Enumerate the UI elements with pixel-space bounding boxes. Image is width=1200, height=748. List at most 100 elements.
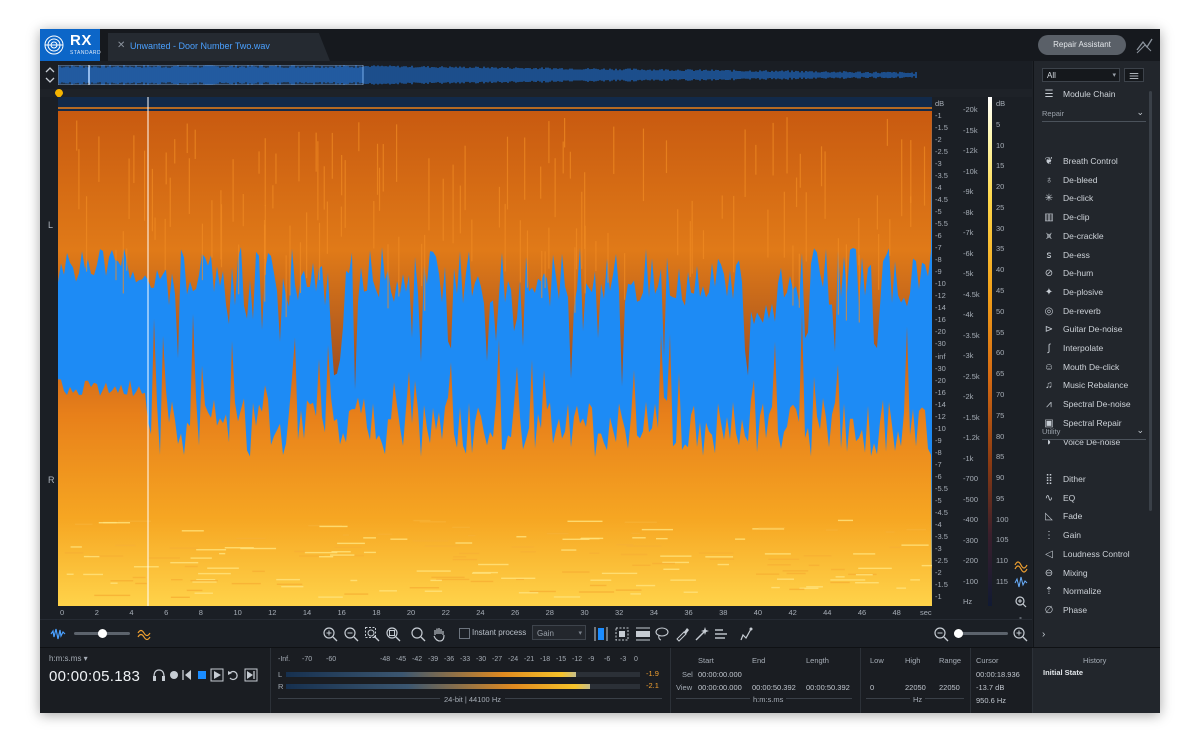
meter-scale-tick: -18 — [540, 656, 551, 663]
high-header: High — [905, 656, 921, 665]
time-axis-tick: 8 — [198, 608, 203, 617]
waveform-overview[interactable] — [40, 61, 1032, 89]
monitor-icon[interactable] — [153, 669, 165, 681]
db-scale-tick: -7 — [935, 459, 942, 469]
horizontal-zoom-in-icon[interactable] — [1012, 626, 1028, 642]
time-format-label: h:m:s.ms — [49, 654, 82, 663]
frequency-unit: Hz — [910, 695, 926, 704]
record-icon[interactable] — [170, 671, 178, 679]
db-scale-tick: -16 — [935, 387, 946, 397]
blend-slider-knob[interactable] — [98, 629, 107, 638]
time-axis-tick: 28 — [545, 608, 554, 617]
right-peak-value: -2.1 — [646, 681, 659, 690]
view-end[interactable]: 00:00:50.392 — [752, 683, 796, 692]
close-tab-icon[interactable]: ✕ — [117, 40, 125, 51]
instant-process-checkbox[interactable] — [459, 628, 470, 639]
time-axis-tick: 10 — [233, 608, 242, 617]
play-icon[interactable] — [210, 668, 224, 682]
db-scale-tick: -3.5 — [935, 171, 948, 181]
frequency-scale-tick: -500 — [963, 494, 979, 504]
history-title: History — [1083, 656, 1107, 665]
time-selection-tool-icon[interactable] — [593, 626, 609, 642]
colormap-scale-tick: 65 — [996, 369, 1005, 379]
freq-high[interactable]: 22050 — [905, 683, 926, 692]
spectrogram-display[interactable] — [58, 97, 932, 606]
zoom-in-icon[interactable] — [322, 626, 338, 642]
expand-panel-icon[interactable]: › — [1042, 629, 1045, 640]
module-panel-scrollbar[interactable] — [1149, 91, 1152, 511]
module-item-dither[interactable]: ⣿ Dither — [1042, 471, 1146, 489]
waveform-settings-icon[interactable] — [1014, 576, 1028, 588]
module-label: Fade — [1063, 511, 1083, 522]
module-item-normalize[interactable]: ⇡ Normalize — [1042, 583, 1146, 601]
spectrogram-view-icon[interactable] — [137, 626, 153, 642]
spectrogram-panel[interactable]: L R dB -1 -1.5 -2 -2.5 -3 -3.5 -4 -4.5 -… — [40, 97, 1032, 677]
lasso-tool-icon[interactable] — [654, 626, 670, 642]
play-to-end-icon[interactable] — [244, 668, 258, 682]
spectrogram-settings-icon[interactable] — [1014, 561, 1028, 573]
colormap-scale-tick: 40 — [996, 265, 1005, 275]
cursor-level: -13.7 dB — [976, 683, 1005, 692]
frequency-scale-tick: Hz — [963, 597, 973, 606]
module-item-fade[interactable]: ◺ Fade — [1042, 508, 1146, 526]
module-item-mixing[interactable]: ⊖ Mixing — [1042, 565, 1146, 583]
db-scale-tick: -2.5 — [935, 147, 948, 157]
view-length[interactable]: 00:00:50.392 — [806, 683, 850, 692]
zoom-selection-icon[interactable] — [364, 626, 380, 642]
file-tab[interactable]: ✕ Unwanted - Door Number Two.wav — [108, 33, 330, 61]
sel-start[interactable]: 00:00:00.000 — [698, 670, 742, 679]
rx-logo[interactable]: RX STANDARD — [40, 29, 101, 61]
horizontal-zoom-out-icon[interactable] — [933, 626, 949, 642]
module-item-phase[interactable]: ∅ Phase — [1042, 602, 1146, 620]
db-scale-tick: -5 — [935, 207, 942, 217]
freq-range[interactable]: 22050 — [939, 683, 960, 692]
freq-low[interactable]: 0 — [870, 683, 874, 692]
instant-process-mode-select[interactable]: Gain ▾ — [532, 625, 586, 640]
db-scale-tick: -3 — [935, 159, 942, 169]
hand-tool-icon[interactable] — [431, 626, 447, 642]
db-scale-tick: -1.5 — [935, 123, 948, 133]
colormap-scale-tick: 90 — [996, 473, 1005, 483]
module-item-loudness-control[interactable]: ◁ Loudness Control — [1042, 546, 1146, 564]
zoom-out-icon[interactable] — [343, 626, 359, 642]
time-format-selector[interactable]: h:m:s.ms ▾ — [49, 654, 88, 663]
stop-icon[interactable] — [198, 671, 206, 679]
history-section: History Initial State — [1033, 648, 1160, 713]
time-frequency-selection-icon[interactable] — [614, 626, 630, 642]
brush-tool-icon[interactable] — [674, 626, 690, 642]
view-start[interactable]: 00:00:00.000 — [698, 683, 742, 692]
zoom-in-vertical-icon[interactable] — [1015, 596, 1027, 608]
module-item-eq[interactable]: ∿ EQ — [1042, 490, 1146, 508]
db-scale-tick: -10 — [935, 279, 946, 289]
db-scale-tick: -6 — [935, 231, 942, 241]
zoom-tool-icon[interactable] — [410, 626, 426, 642]
db-scale-tick: -1 — [935, 111, 942, 121]
horizontal-zoom-knob[interactable] — [954, 629, 963, 638]
time-axis[interactable]: 0 2 4 6 8 10 12 14 16 18 20 22 24 26 28 30 32 34 36 38 40 42 4… — [58, 606, 932, 619]
loop-icon[interactable] — [228, 670, 238, 681]
db-scale-tick: -5 — [935, 495, 942, 505]
colormap-scale-tick: 60 — [996, 348, 1005, 358]
signal-chain-icon[interactable] — [1133, 34, 1155, 56]
time-axis-tick: 2 — [94, 608, 99, 617]
meter-left-label: L — [278, 670, 283, 679]
selection-unit: h:m:s.ms — [750, 695, 787, 704]
zoom-fit-icon[interactable] — [385, 626, 401, 642]
waveform-view-icon[interactable] — [50, 626, 66, 642]
db-scale-tick: -12 — [935, 411, 946, 421]
db-scale-tick: -10 — [935, 423, 946, 433]
colormap-scale-tick: 95 — [996, 493, 1005, 503]
history-initial-state[interactable]: Initial State — [1043, 668, 1083, 677]
repair-assistant-button[interactable]: Repair Assistant — [1038, 35, 1126, 55]
overview-waveform[interactable] — [58, 65, 1018, 85]
pencil-tool-icon[interactable] — [739, 626, 755, 642]
module-item-gain[interactable]: ⋮ Gain — [1042, 527, 1146, 545]
harmonic-selection-icon[interactable] — [713, 626, 729, 642]
time-axis-tick: 6 — [164, 608, 169, 617]
magic-wand-icon[interactable] — [694, 626, 710, 642]
play-selection-icon[interactable] — [182, 670, 191, 680]
frequency-selection-icon[interactable] — [635, 626, 651, 642]
overview-toggle-icon[interactable] — [44, 64, 56, 86]
module-label: Loudness Control — [1063, 548, 1130, 559]
time-axis-tick: 34 — [649, 608, 659, 617]
